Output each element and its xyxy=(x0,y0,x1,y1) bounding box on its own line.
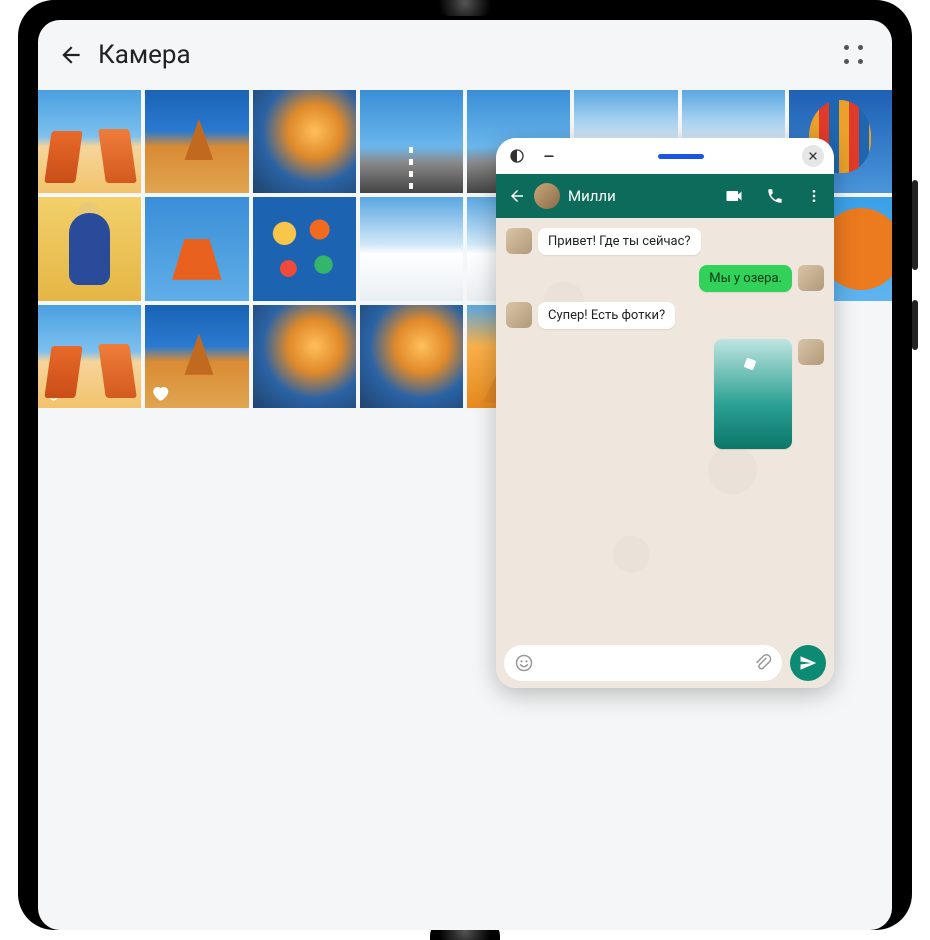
gallery-thumb-snow-2[interactable] xyxy=(360,197,463,300)
contact-name[interactable]: Милли xyxy=(568,187,716,205)
chat-header: Милли xyxy=(496,174,834,218)
message-row: Мы у озера. xyxy=(506,265,824,292)
send-button[interactable] xyxy=(790,645,826,681)
voice-call-icon[interactable] xyxy=(766,187,784,205)
chat-floating-window[interactable]: Милли Привет! Где ты сейчас? Мы у озера. С… xyxy=(496,138,834,688)
message-avatar xyxy=(798,265,824,291)
video-call-icon[interactable] xyxy=(724,186,744,206)
attach-icon[interactable] xyxy=(752,653,772,673)
message-bubble[interactable]: Супер! Есть фотки? xyxy=(538,302,675,329)
favorite-icon[interactable] xyxy=(44,384,62,402)
message-row: Супер! Есть фотки? xyxy=(506,302,824,329)
gallery-thumb-paper-boat[interactable] xyxy=(145,197,248,300)
chat-menu-icon[interactable] xyxy=(806,188,822,204)
gallery-thumb-sea-lantern[interactable] xyxy=(253,90,356,193)
device-frame: Камера xyxy=(18,0,912,930)
message-bubble[interactable]: Мы у озера. xyxy=(699,265,792,292)
gallery-thumb-road[interactable] xyxy=(360,90,463,193)
contact-avatar[interactable] xyxy=(534,183,560,209)
gallery-header: Камера xyxy=(38,20,892,90)
chat-body[interactable]: Привет! Где ты сейчас? Мы у озера. Супер! … xyxy=(496,218,834,638)
message-avatar xyxy=(506,228,532,254)
gallery-thumb-desert-rock[interactable] xyxy=(145,90,248,193)
message-row: Привет! Где ты сейчас? xyxy=(506,228,824,255)
gallery-title: Камера xyxy=(98,40,191,70)
message-image[interactable] xyxy=(714,339,792,449)
chat-window-titlebar[interactable] xyxy=(496,138,834,174)
side-button-power[interactable] xyxy=(912,300,918,350)
device-hinge-top xyxy=(430,0,500,16)
gallery-thumb-beach-chairs[interactable] xyxy=(38,90,141,193)
gallery-thumb-beach-chairs-2[interactable] xyxy=(38,305,141,408)
gallery-thumb-sea-lantern-3[interactable] xyxy=(360,305,463,408)
chat-text-input[interactable] xyxy=(504,645,782,681)
window-opacity-icon[interactable] xyxy=(506,145,528,167)
window-close-icon[interactable] xyxy=(802,145,824,167)
message-avatar xyxy=(506,302,532,328)
chat-input-bar xyxy=(496,638,834,688)
side-button-volume[interactable] xyxy=(912,180,918,270)
window-minimize-icon[interactable] xyxy=(538,145,560,167)
message-avatar xyxy=(798,339,824,365)
emoji-icon[interactable] xyxy=(514,653,534,673)
chat-back-icon[interactable] xyxy=(508,187,526,205)
favorite-icon[interactable] xyxy=(151,384,169,402)
gallery-thumb-desert-rock-2[interactable] xyxy=(145,305,248,408)
menu-dots-icon[interactable] xyxy=(844,45,864,65)
gallery-thumb-sea-lantern-2[interactable] xyxy=(253,305,356,408)
back-icon[interactable] xyxy=(58,42,84,68)
gallery-thumb-woman-field[interactable] xyxy=(38,197,141,300)
message-bubble[interactable]: Привет! Где ты сейчас? xyxy=(538,228,701,255)
window-drag-handle[interactable] xyxy=(658,154,704,159)
screen: Камера xyxy=(38,20,892,930)
message-row xyxy=(506,339,824,449)
gallery-thumb-travel-flatlay[interactable] xyxy=(253,197,356,300)
